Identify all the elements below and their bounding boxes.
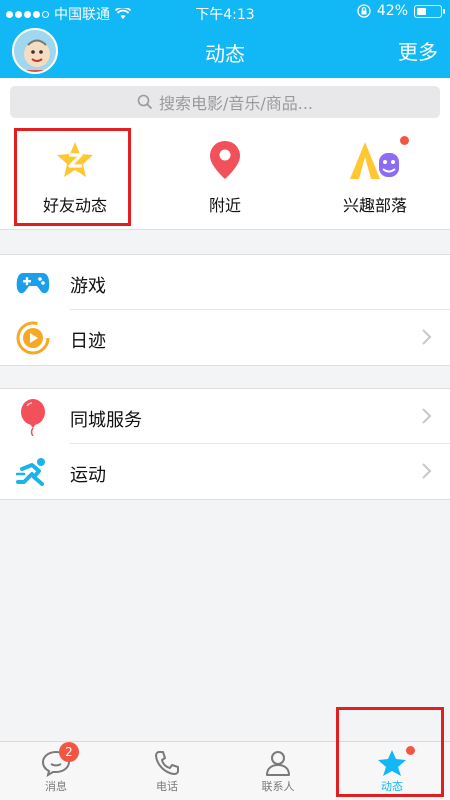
tab-label: 电话 — [156, 780, 178, 793]
list-item-daily-trace[interactable]: 日迹 — [0, 310, 450, 365]
quick-action-label: 附近 — [208, 196, 241, 215]
list-item-label: 游戏 — [70, 276, 106, 297]
gamepad-icon — [16, 266, 50, 300]
search-placeholder: 搜索电影/音乐/商品... — [158, 94, 314, 113]
balloon-icon — [16, 399, 50, 436]
header: 中国联通 下午4:13 42% 动态 更多 — [0, 0, 450, 78]
list-section-1: 游戏 日迹 — [0, 254, 450, 366]
search-input[interactable]: 搜索电影/音乐/商品... — [10, 86, 440, 118]
list-item-sports[interactable]: 运动 — [0, 444, 450, 499]
list-item-games[interactable]: 游戏 — [0, 255, 450, 310]
battery-icon — [414, 4, 445, 18]
chevron-right-icon — [422, 329, 432, 345]
tribe-icon — [347, 136, 409, 182]
tab-feed[interactable]: 动态 — [336, 742, 448, 800]
tab-label: 消息 — [45, 780, 67, 793]
chevron-right-icon — [422, 408, 432, 424]
runner-icon — [16, 455, 50, 489]
battery-percent: 42% — [376, 3, 408, 19]
quick-action-nearby[interactable]: 附近 — [150, 124, 300, 230]
orientation-lock-icon — [357, 4, 371, 18]
tab-phone[interactable]: 电话 — [111, 742, 223, 800]
notification-dot — [400, 136, 409, 145]
quick-action-interest-tribe[interactable]: 兴趣部落 — [300, 124, 450, 230]
quick-action-label: 好友动态 — [42, 196, 107, 215]
person-icon — [263, 748, 293, 778]
phone-icon — [152, 748, 182, 778]
tab-label: 动态 — [381, 780, 403, 793]
tab-bar: 2 消息 电话 联系人 动态 — [0, 741, 450, 800]
star-icon — [377, 746, 415, 778]
notification-dot — [406, 746, 415, 755]
search-icon — [137, 94, 153, 110]
status-bar: 中国联通 下午4:13 42% — [0, 0, 450, 24]
page-title: 动态 — [205, 42, 245, 66]
star-z-icon — [53, 138, 97, 182]
more-button[interactable]: 更多 — [398, 36, 438, 65]
tab-label: 联系人 — [261, 780, 295, 793]
search-bar-container: 搜索电影/音乐/商品... — [0, 78, 450, 124]
unread-badge: 2 — [59, 742, 79, 762]
list-item-label: 同城服务 — [70, 410, 142, 431]
quick-action-label: 兴趣部落 — [342, 196, 407, 215]
list-item-label: 日迹 — [70, 331, 106, 352]
quick-actions: 好友动态 附近 兴趣部落 — [0, 124, 450, 230]
list-item-label: 运动 — [70, 465, 106, 486]
quick-action-friend-feed[interactable]: 好友动态 — [0, 124, 150, 230]
location-pin-icon — [203, 138, 247, 182]
chevron-right-icon — [422, 463, 432, 479]
list-item-city-services[interactable]: 同城服务 — [0, 389, 450, 444]
tab-contacts[interactable]: 联系人 — [222, 742, 334, 800]
tab-messages[interactable]: 2 消息 — [0, 742, 112, 800]
list-section-2: 同城服务 运动 — [0, 388, 450, 500]
chat-bubble-icon: 2 — [41, 742, 79, 778]
play-circle-icon — [16, 321, 50, 355]
